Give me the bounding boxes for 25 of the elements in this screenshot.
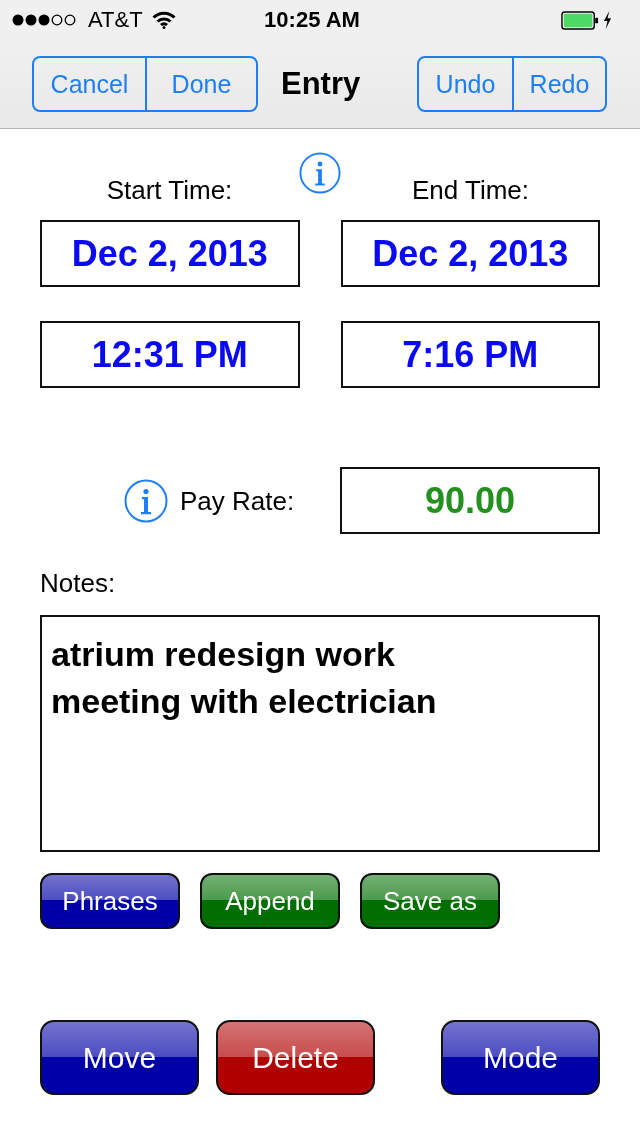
pay-rate-field[interactable]: 90.00 [340, 467, 600, 534]
wifi-icon [151, 11, 176, 29]
screen-title: Entry [281, 66, 361, 102]
notes-field[interactable]: atrium redesign work meeting with electrician [40, 615, 600, 852]
info-icon[interactable] [124, 478, 168, 523]
status-time: 10:25 AM [264, 7, 360, 33]
note-button[interactable]: Phrases [40, 873, 180, 929]
carrier-name: AT&T [88, 7, 143, 33]
date-field[interactable]: Dec 2, 2013 [40, 220, 300, 287]
pay-rate-label: Pay Rate: [180, 485, 295, 516]
signal-icon [12, 14, 78, 26]
info-icon[interactable] [299, 152, 341, 194]
column-label: Start Time: [106, 175, 233, 205]
action-button[interactable]: Mode [441, 1020, 600, 1095]
action-button[interactable]: Move [40, 1020, 199, 1095]
note-button[interactable]: Save as [360, 873, 500, 929]
note-button[interactable]: Append [200, 873, 340, 929]
date-field[interactable]: Dec 2, 2013 [340, 220, 600, 287]
time-field[interactable]: 7:16 PM [340, 321, 600, 388]
notes-label: Notes: [40, 568, 116, 598]
time-field[interactable]: 12:31 PM [40, 321, 300, 388]
action-button[interactable]: Delete [216, 1020, 375, 1095]
battery-icon [561, 10, 599, 30]
column-label: End Time: [411, 175, 530, 205]
charging-bolt-icon [603, 11, 612, 29]
